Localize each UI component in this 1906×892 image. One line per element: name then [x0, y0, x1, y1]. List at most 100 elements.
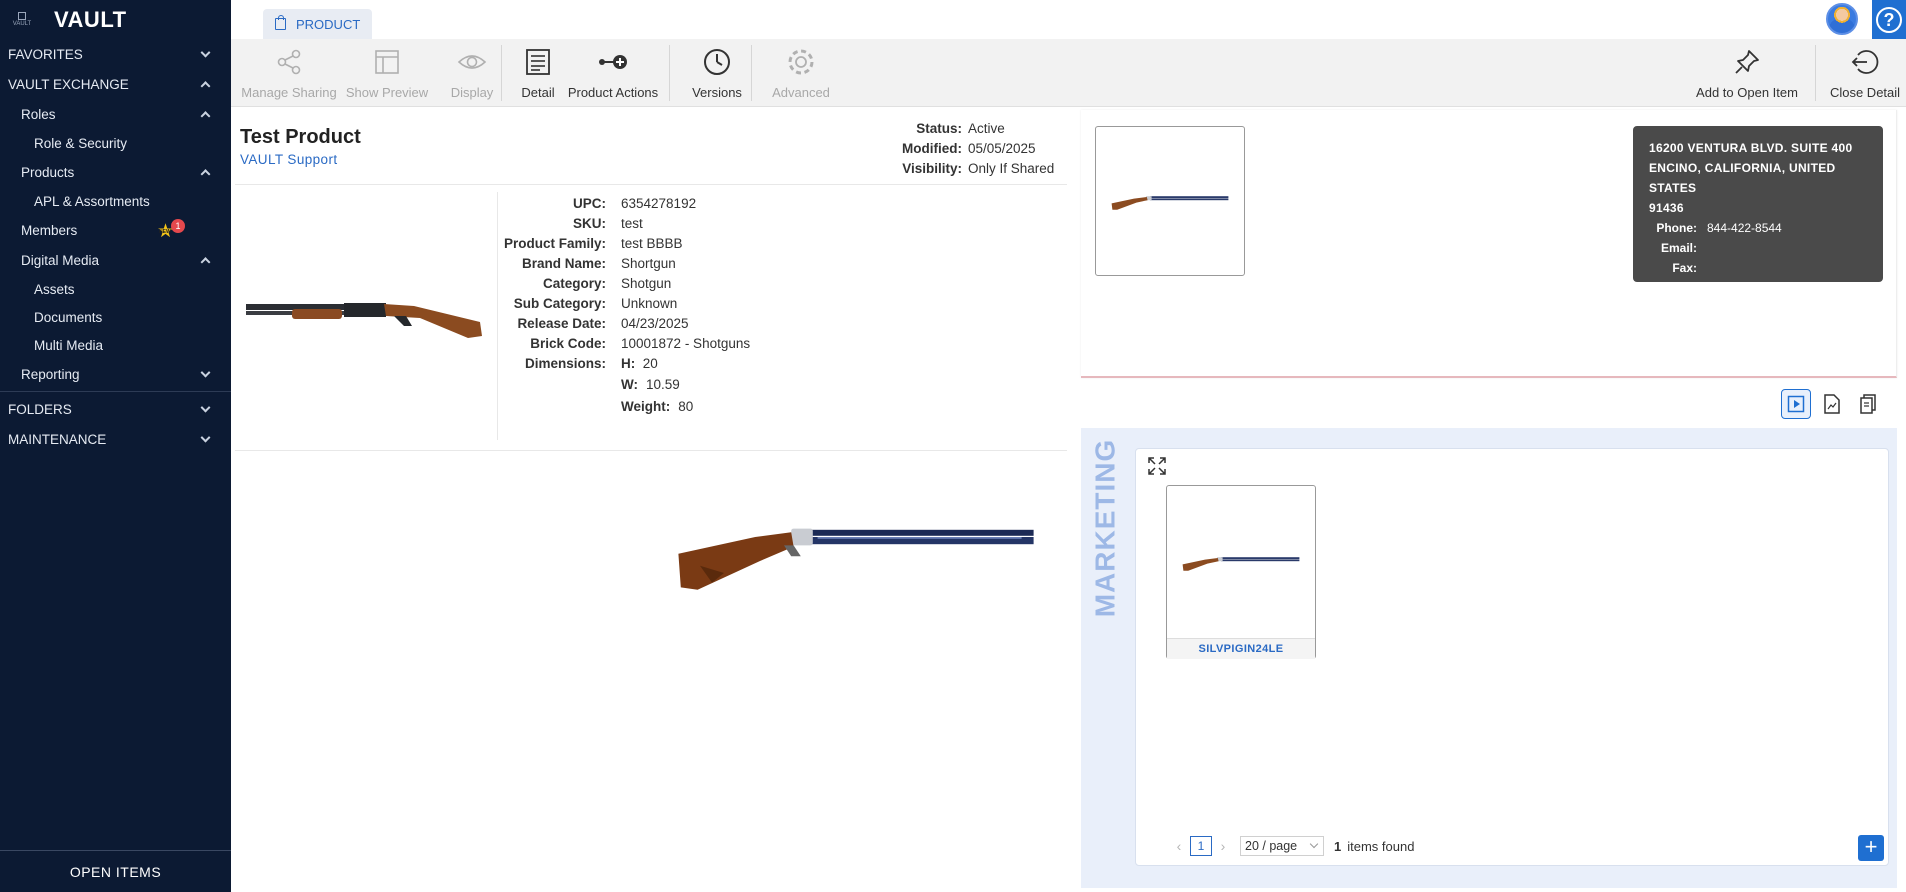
- header-divider: [235, 184, 1067, 185]
- sidebar-item-label: Roles: [21, 106, 56, 122]
- display-button[interactable]: Display: [441, 39, 503, 107]
- address-card: 16200 VENTURA BLVD. SUITE 400 ENCINO, CA…: [1633, 126, 1883, 282]
- detail-button[interactable]: Detail: [511, 39, 565, 107]
- toolbar: Manage Sharing Show Preview Display Deta…: [231, 39, 1906, 107]
- close-detail-button[interactable]: Close Detail: [1825, 39, 1905, 107]
- sidebar-item-assets[interactable]: Assets: [0, 275, 231, 303]
- tab-product[interactable]: PRODUCT: [263, 9, 373, 39]
- document-view-button[interactable]: [1817, 389, 1847, 419]
- chevron-left-icon[interactable]: ‹: [1172, 838, 1186, 854]
- chevron-down-icon: [200, 402, 211, 413]
- attribute-value: Unknown: [621, 295, 678, 311]
- attribute-row: Release Date: 04/23/2025: [500, 313, 750, 333]
- modified-label: Modified:: [902, 140, 962, 156]
- chevron-down-icon: [200, 432, 211, 443]
- sidebar-item-digital-media[interactable]: Digital Media: [0, 245, 231, 275]
- attribute-label: Dimensions:: [524, 355, 606, 371]
- show-preview-button[interactable]: Show Preview: [345, 39, 429, 107]
- sidebar-item-folders[interactable]: FOLDERS: [0, 394, 231, 424]
- tab-label: PRODUCT: [296, 16, 361, 32]
- visibility-row: Visibility: Only If Shared: [850, 158, 1054, 178]
- attribute-value: 04/23/2025: [621, 315, 689, 331]
- address-zip: 91436: [1649, 201, 1684, 215]
- items-count: 1: [1334, 838, 1342, 854]
- copy-view-button[interactable]: [1853, 389, 1883, 419]
- email-value: [1697, 241, 1707, 255]
- chevron-up-icon: [200, 257, 211, 268]
- sidebar-item-label: MAINTENANCE: [8, 431, 107, 447]
- help-button[interactable]: ?: [1872, 0, 1906, 39]
- items-found-label: items found: [1347, 838, 1415, 854]
- chevron-down-icon: [200, 47, 211, 58]
- owner-link[interactable]: VAULT Support: [240, 152, 338, 167]
- toolbar-separator: [1815, 45, 1816, 101]
- attribute-row: Product Family: test BBBB: [500, 233, 750, 253]
- sidebar: VAULT VAULT FAVORITES VAULT EXCHANGE Rol…: [0, 0, 231, 892]
- sidebar-item-apl-assortments[interactable]: APL & Assortments: [0, 187, 231, 215]
- status-row: Status: Active: [850, 118, 1054, 138]
- visibility-value: Only If Shared: [968, 160, 1055, 176]
- product-actions-label: Product Actions: [567, 85, 659, 100]
- chevron-right-icon[interactable]: ›: [1216, 838, 1230, 854]
- sidebar-item-favorites[interactable]: FAVORITES: [0, 39, 231, 69]
- advanced-button[interactable]: Advanced: [761, 39, 841, 107]
- share-icon: [275, 39, 303, 85]
- attribute-row: Brick Code: 10001872 - Shotguns: [500, 333, 750, 353]
- attribute-row: SKU: test: [500, 213, 750, 233]
- sidebar-item-label: Role & Security: [34, 135, 128, 151]
- product-image[interactable]: [244, 292, 484, 342]
- dimension-w-value: 10.59: [646, 376, 680, 392]
- asset-name[interactable]: SILVPIGIN24LE: [1167, 638, 1315, 659]
- sidebar-item-role-security[interactable]: Role & Security: [0, 129, 231, 157]
- expand-icon[interactable]: [1148, 457, 1166, 475]
- attribute-row: Dimensions: H: 20: [500, 353, 750, 373]
- help-icon: ?: [1876, 6, 1902, 33]
- media-view-button[interactable]: [1781, 389, 1811, 419]
- sidebar-item-roles[interactable]: Roles: [0, 99, 231, 129]
- marketing-panel: MARKETING SILVPIGIN24LE ‹ 1 › 20 / page …: [1081, 428, 1897, 888]
- sidebar-item-maintenance[interactable]: MAINTENANCE: [0, 424, 231, 454]
- avatar[interactable]: [1826, 3, 1858, 35]
- new-badge: ★ NEW 1: [157, 219, 185, 241]
- chevron-up-icon: [200, 169, 211, 180]
- sidebar-item-reporting[interactable]: Reporting: [0, 359, 231, 389]
- product-large-image[interactable]: [676, 525, 1036, 597]
- attribute-value: 6354278192: [621, 195, 697, 211]
- add-to-open-item-label: Add to Open Item: [1696, 85, 1798, 100]
- versions-label: Versions: [692, 85, 742, 100]
- modified-row: Modified: 05/05/2025: [850, 138, 1054, 158]
- sidebar-divider: [0, 391, 231, 392]
- thumbnail-image: [1110, 189, 1230, 213]
- add-asset-button[interactable]: +: [1858, 835, 1884, 861]
- versions-button[interactable]: Versions: [679, 39, 755, 107]
- brand[interactable]: VAULT VAULT: [0, 0, 231, 39]
- status-value: Active: [968, 120, 1005, 136]
- add-to-open-item-button[interactable]: Add to Open Item: [1691, 39, 1803, 107]
- attribute-value: test: [621, 215, 643, 231]
- sidebar-item-documents[interactable]: Documents: [0, 303, 231, 331]
- page-number[interactable]: 1: [1190, 836, 1212, 856]
- eye-icon: [457, 39, 487, 85]
- sidebar-item-label: Reporting: [21, 366, 80, 382]
- sidebar-nav: FAVORITES VAULT EXCHANGE Roles Role & Se…: [0, 39, 231, 454]
- play-icon: [1787, 395, 1805, 413]
- modified-value: 05/05/2025: [968, 140, 1036, 156]
- toolbar-separator: [501, 45, 502, 101]
- attribute-label: SKU:: [573, 215, 606, 231]
- clipboard-icon: [1860, 394, 1876, 414]
- actions-icon: [597, 39, 629, 85]
- sidebar-item-multi-media[interactable]: Multi Media: [0, 331, 231, 359]
- manage-sharing-button[interactable]: Manage Sharing: [241, 39, 337, 107]
- preview-icon: [373, 39, 401, 85]
- sidebar-item-products[interactable]: Products: [0, 157, 231, 187]
- open-items-button[interactable]: OPEN ITEMS: [0, 850, 231, 892]
- sidebar-item-vault-exchange[interactable]: VAULT EXCHANGE: [0, 69, 231, 99]
- page-size-select[interactable]: 20 / page: [1240, 836, 1324, 856]
- asset-card[interactable]: SILVPIGIN24LE: [1166, 485, 1316, 659]
- sidebar-item-members[interactable]: Members ★ NEW 1: [0, 215, 231, 245]
- sidebar-item-label: Products: [21, 164, 75, 180]
- dimension-w-label: W:: [621, 376, 638, 392]
- primary-image-thumbnail[interactable]: [1095, 126, 1245, 276]
- advanced-label: Advanced: [772, 85, 830, 100]
- product-actions-button[interactable]: Product Actions: [563, 39, 663, 107]
